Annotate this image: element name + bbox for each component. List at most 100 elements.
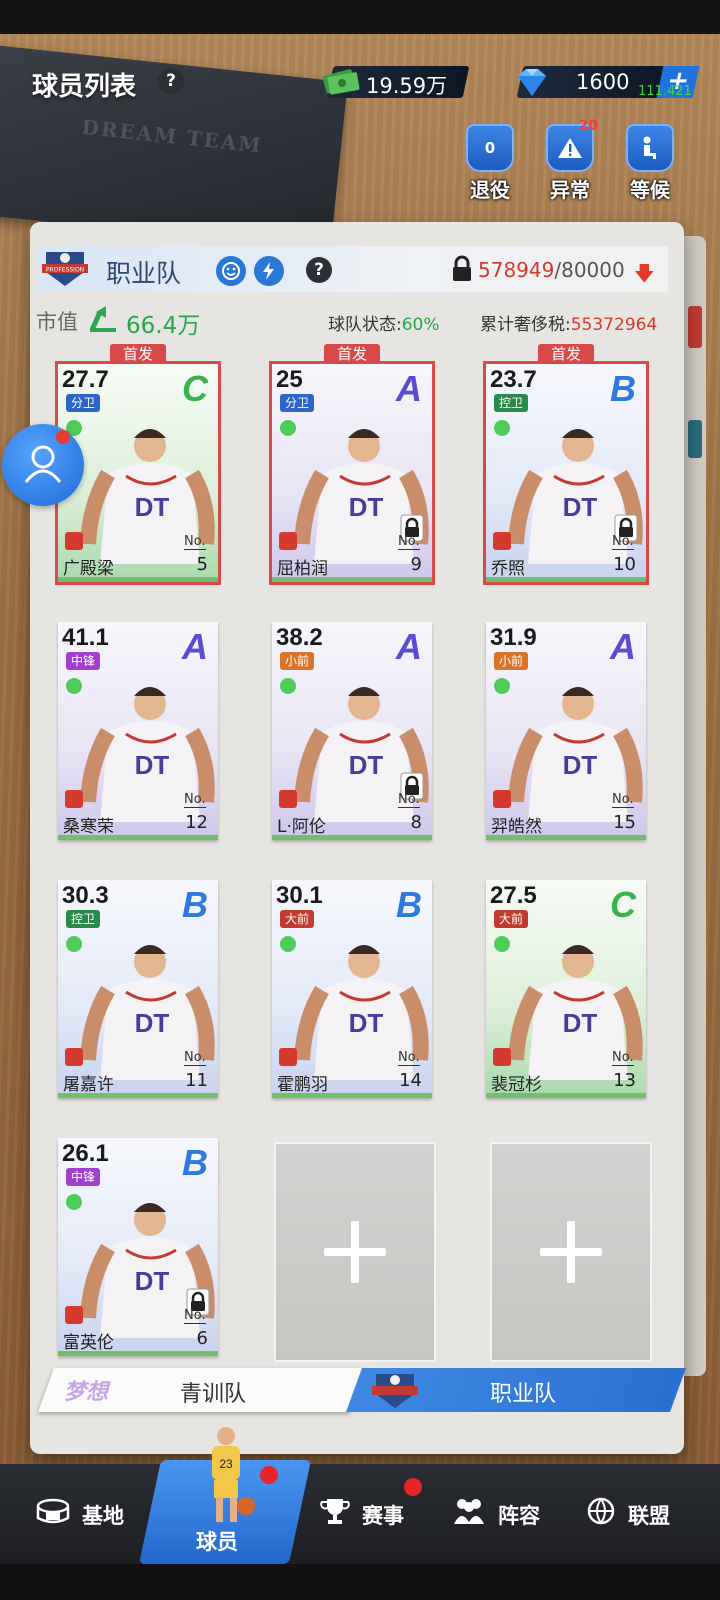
number-label: No. [184, 792, 206, 808]
mood-smile-icon [494, 420, 510, 436]
player-card[interactable]: DT 27.5 大前 C No. 13 裴冠杉 [486, 880, 646, 1098]
market-value-label: 市值 [36, 310, 78, 334]
card-bottom-strip [58, 1351, 218, 1356]
user-icon [24, 445, 62, 483]
lock-icon [453, 255, 471, 281]
nav-players[interactable]: 球员 [196, 1526, 238, 1556]
player-card[interactable]: DT 38.2 小前 A No. 8 L·阿伦 [272, 622, 432, 840]
player-card[interactable]: DT 26.1 中锋 B No. 6 富英伦 [58, 1138, 218, 1356]
clock-icon [493, 790, 511, 808]
player-name: 乔照 [491, 559, 525, 579]
grade-badge: A [396, 626, 422, 667]
waiting-button[interactable]: 等候 [620, 124, 680, 203]
player-number: 12 [185, 812, 208, 833]
empty-player-slot[interactable] [274, 1142, 436, 1362]
player-card[interactable]: DT 25 分卫 A No. 9 屈柏润 [269, 361, 435, 585]
clock-icon [279, 1048, 297, 1066]
trophy-icon [320, 1499, 350, 1524]
player-rating: 31.9 [490, 624, 537, 651]
luxury-tax-value: 55372964 [570, 315, 658, 335]
player-number: 6 [196, 1328, 208, 1349]
player-card[interactable]: DT 30.1 大前 B No. 14 霍鹏羽 [272, 880, 432, 1098]
card-bottom-strip [272, 835, 432, 840]
grade-badge: B [396, 884, 422, 925]
jersey-text: DT [135, 1266, 170, 1296]
status-bar [0, 0, 720, 34]
card-bottom-strip [58, 577, 218, 582]
mood-smile-icon [280, 936, 296, 952]
card-bottom-strip [486, 1093, 646, 1098]
logo-text: PROFESSION [46, 267, 84, 274]
nav-events[interactable]: 赛事 [362, 1500, 404, 1530]
team-chemistry-button[interactable] [216, 256, 246, 286]
player-number: 9 [410, 554, 422, 575]
add-player-icon-vertical [567, 1221, 575, 1283]
team-help-button[interactable]: ? [306, 257, 332, 283]
salary-cap-value: /80000 [554, 258, 625, 282]
player-rating: 38.2 [276, 624, 323, 651]
card-bottom-strip [486, 577, 646, 582]
starter-tag: 首发 [538, 344, 594, 364]
page-tab-teal [688, 420, 702, 458]
player-name: 桑寒荣 [63, 817, 114, 837]
clock-icon [65, 1048, 83, 1066]
empty-player-slot[interactable] [490, 1142, 652, 1362]
player-number: 11 [185, 1070, 208, 1091]
jersey-text: DT [135, 492, 170, 522]
user-avatar-button[interactable] [2, 424, 84, 506]
position-badge: 控卫 [494, 394, 529, 412]
stadium-icon [36, 1498, 70, 1524]
number-label: No. [612, 792, 634, 808]
player-rating: 30.1 [276, 882, 323, 909]
abnormal-button[interactable]: 20 异常 [540, 118, 600, 203]
player-number: 13 [613, 1070, 636, 1091]
player-figure-icon: 23 [212, 1427, 255, 1522]
player-number: 10 [613, 554, 636, 575]
player-card[interactable]: DT 41.1 中锋 A No. 12 桑寒荣 [58, 622, 218, 840]
player-name: L·阿伦 [277, 817, 326, 837]
youth-team-logo: 梦想 [64, 1380, 109, 1405]
starter-tag: 首发 [324, 344, 380, 364]
mood-smile-icon [494, 678, 510, 694]
player-rating: 41.1 [62, 624, 109, 651]
nav-lineup[interactable]: 阵容 [498, 1500, 540, 1530]
grade-badge: A [182, 626, 208, 667]
position-badge: 分卫 [280, 394, 315, 412]
player-card[interactable]: DT 30.3 控卫 B No. 11 屠嘉许 [58, 880, 218, 1098]
number-label: No. [184, 534, 206, 550]
jersey-text: DT [563, 750, 598, 780]
page-title: 球员列表 [32, 72, 137, 102]
diamond-icon [518, 69, 546, 96]
grade-badge: C [182, 368, 208, 409]
card-bottom-strip [272, 1093, 432, 1098]
svg-text:23: 23 [219, 1457, 233, 1471]
nav-league[interactable]: 联盟 [628, 1500, 670, 1530]
player-name: 屈柏润 [277, 559, 328, 579]
profession-logo: PROFESSION [42, 252, 88, 286]
lineup-icon [454, 1499, 484, 1524]
team-boost-button[interactable] [254, 256, 284, 286]
jersey-text: DT [349, 750, 384, 780]
number-label: No. [184, 1050, 206, 1066]
number-label: No. [612, 534, 634, 550]
player-card[interactable]: DT 23.7 控卫 B No. 10 乔照 [483, 361, 649, 585]
players-notification-dot [260, 1466, 278, 1484]
player-rating: 27.7 [62, 366, 109, 393]
profession-logo-small [372, 1374, 418, 1408]
grade-badge: B [182, 884, 208, 925]
player-number: 15 [613, 812, 636, 833]
tab-youth-label: 青训队 [180, 1382, 247, 1407]
player-name: 广殿梁 [63, 559, 114, 579]
nav-base[interactable]: 基地 [82, 1500, 124, 1530]
salary-used: 578949 [478, 258, 555, 282]
player-card[interactable]: DT 31.9 小前 A No. 15 羿皓然 [486, 622, 646, 840]
player-number: 14 [399, 1070, 422, 1091]
grade-badge: B [182, 1142, 208, 1183]
help-button[interactable]: ? [158, 68, 184, 94]
clock-icon [493, 532, 511, 550]
player-name: 裴冠杉 [491, 1075, 542, 1095]
jersey-text: DT [349, 1008, 384, 1038]
retire-button[interactable]: 0 退役 [460, 124, 520, 203]
position-badge: 小前 [494, 652, 529, 670]
player-rating: 23.7 [490, 366, 537, 393]
